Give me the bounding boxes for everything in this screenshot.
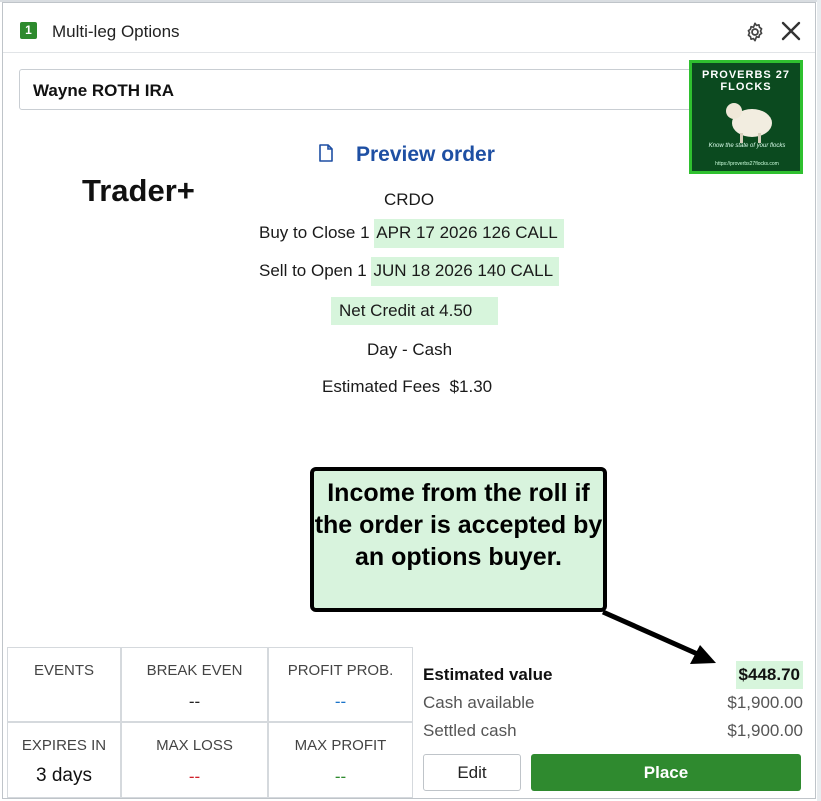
leg-1-contract: APR 17 2026 126 CALL [374, 219, 564, 248]
leg-1-action: Buy to Close 1 [259, 223, 370, 242]
stat-label: BREAK EVEN [146, 662, 243, 679]
stat-value: -- [188, 692, 201, 711]
order-stats-grid: EVENTS BREAK EVEN -- PROFIT PROB. -- EXP… [7, 647, 413, 798]
preview-order-title: Preview order [356, 143, 495, 166]
close-icon[interactable] [779, 19, 803, 43]
stat-label: PROFIT PROB. [287, 662, 394, 679]
settled-cash-label: Settled cash [423, 721, 517, 740]
settled-cash-row: Settled cash $1,900.00 [423, 717, 803, 743]
edit-button[interactable]: Edit [423, 754, 521, 791]
order-leg-1: Buy to Close 1 APR 17 2026 126 CALL [259, 219, 564, 248]
gear-icon[interactable] [744, 21, 766, 43]
stat-value: -- [188, 767, 201, 786]
leg-2-action: Sell to Open 1 [259, 261, 367, 280]
order-leg-2: Sell to Open 1 JUN 18 2026 140 CALL [259, 257, 560, 286]
annotation-callout: Income from the roll if the order is acc… [310, 467, 607, 612]
estimated-fees: Estimated Fees $1.30 [322, 377, 492, 397]
document-icon [319, 144, 333, 162]
estimated-value: $448.70 [735, 661, 803, 689]
cash-available-label: Cash available [423, 693, 535, 712]
estimated-value-label: Estimated value [423, 665, 553, 684]
stat-label: EXPIRES IN [21, 737, 107, 754]
window-title: Multi-leg Options [52, 22, 180, 41]
stat-events: EVENTS [7, 647, 121, 722]
cash-available-row: Cash available $1,900.00 [423, 689, 803, 715]
stat-break-even: BREAK EVEN -- [121, 647, 268, 722]
logo-text: PROVERBS 27 FLOCKS [701, 69, 791, 93]
stat-value: -- [334, 767, 347, 786]
stat-max-loss: MAX LOSS -- [121, 722, 268, 798]
window-number-badge: 1 [20, 22, 37, 39]
stat-label: MAX PROFIT [294, 737, 387, 754]
stat-max-profit: MAX PROFIT -- [268, 722, 413, 798]
stat-label: MAX LOSS [156, 737, 233, 754]
callout-text: Income from the roll if the order is acc… [314, 479, 603, 571]
stat-label: EVENTS [33, 662, 94, 679]
net-credit: Net Credit at 4.50 [331, 297, 499, 325]
account-name: Wayne ROTH IRA [33, 81, 175, 100]
stat-expires-in: EXPIRES IN 3 days [7, 722, 121, 798]
logo-tagline: Know the state of your flocks [708, 143, 786, 149]
order-symbol: CRDO [384, 190, 435, 209]
fees-label: Estimated Fees [322, 377, 441, 396]
fees-value: $1.30 [449, 377, 493, 396]
stat-profit-prob: PROFIT PROB. -- [268, 647, 413, 722]
logo-url: https://proverbs27flocks.com [715, 161, 779, 167]
place-button[interactable]: Place [531, 754, 801, 791]
stat-value: 3 days [36, 765, 92, 786]
proverbs-27-flocks-logo: PROVERBS 27 FLOCKS Know the state of you… [689, 60, 803, 174]
trader-plus-label: Trader+ [82, 173, 195, 208]
leg-2-contract: JUN 18 2026 140 CALL [371, 257, 560, 286]
background-edge-right [817, 0, 821, 801]
account-selector[interactable]: Wayne ROTH IRA [19, 69, 719, 110]
stat-value: -- [334, 692, 347, 711]
title-bar: 1 Multi-leg Options [3, 3, 815, 53]
settled-cash-value: $1,900.00 [727, 721, 803, 740]
order-duration: Day - Cash [367, 340, 453, 359]
estimated-value-row: Estimated value $448.70 [423, 661, 803, 689]
multi-leg-options-window: 1 Multi-leg Options Wayne ROTH IRA PROVE… [2, 2, 816, 799]
cash-available-value: $1,900.00 [727, 693, 803, 712]
